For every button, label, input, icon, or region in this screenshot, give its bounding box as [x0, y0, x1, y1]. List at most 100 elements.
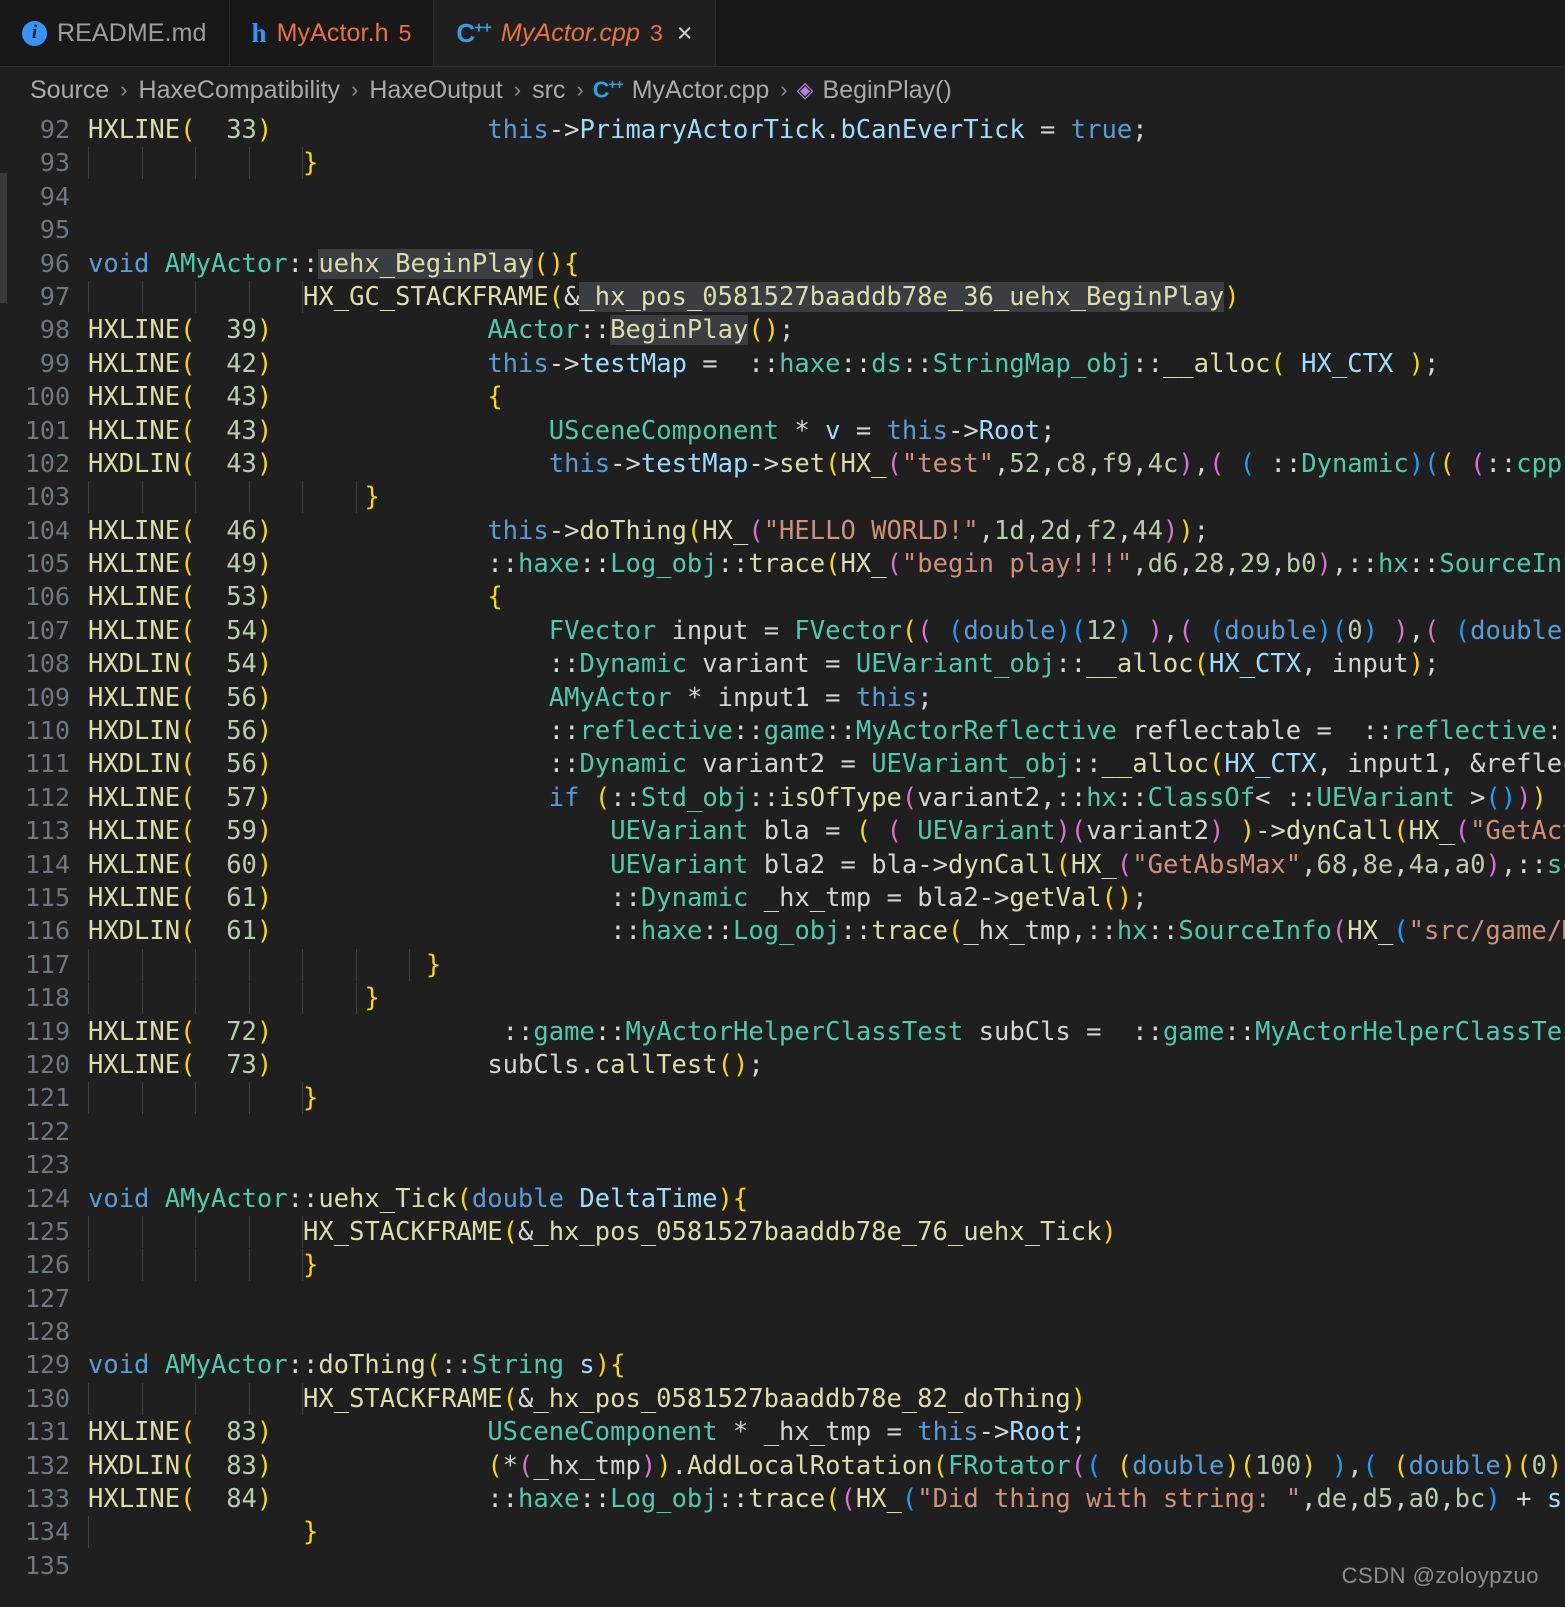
code-line[interactable]: 130 HX_STACKFRAME(&_hx_pos_0581527baaddb… — [0, 1382, 1565, 1415]
code-line[interactable]: 92 HXLINE( 33) this->PrimaryActorTick.bCa… — [0, 113, 1565, 146]
code-line-content[interactable]: } — [88, 1082, 1565, 1115]
code-line[interactable]: 132 HXDLIN( 83) (*(_hx_tmp)).AddLocalRota… — [0, 1449, 1565, 1482]
code-line-content[interactable]: HXLINE( 84) ::haxe::Log_obj::trace((HX_(… — [88, 1483, 1565, 1516]
code-line[interactable]: 97 HX_GC_STACKFRAME(&_hx_pos_0581527baad… — [0, 280, 1565, 313]
code-line[interactable]: 105 HXLINE( 49) ::haxe::Log_obj::trace(HX… — [0, 547, 1565, 580]
line-number: 131 — [24, 1417, 70, 1447]
code-line[interactable]: 119 HXLINE( 72) ::game::MyActorHelperClas… — [0, 1015, 1565, 1048]
code-line[interactable]: 128 — [0, 1315, 1565, 1348]
code-line-content[interactable]: HXLINE( 73) subCls.callTest(); — [88, 1049, 1565, 1082]
code-line[interactable]: 102 HXDLIN( 43) this->testMap->set(HX_("t… — [0, 447, 1565, 480]
code-line-content[interactable]: HXLINE( 43) USceneComponent * v = this->… — [88, 415, 1565, 448]
code-line-content[interactable]: HXDLIN( 56) ::Dynamic variant2 = UEVaria… — [88, 748, 1565, 781]
code-line-content[interactable]: HXLINE( 46) this->doThing(HX_("HELLO WOR… — [88, 515, 1565, 548]
code-editor[interactable]: 92 HXLINE( 33) this->PrimaryActorTick.bCa… — [0, 113, 1565, 1607]
code-line-content[interactable]: HXDLIN( 61) ::haxe::Log_obj::trace(_hx_t… — [88, 915, 1565, 948]
breadcrumb-item-src[interactable]: src — [530, 76, 567, 105]
code-line-content[interactable]: HXDLIN( 56) ::reflective::game::MyActorR… — [88, 715, 1565, 748]
code-line-content[interactable]: HXLINE( 42) this->testMap = ::haxe::ds::… — [88, 348, 1565, 381]
code-line[interactable]: 118 } — [0, 981, 1565, 1015]
code-line-content[interactable]: } — [88, 982, 1565, 1015]
tab-readme-md[interactable]: i README.md — [0, 0, 230, 66]
code-line-content[interactable]: } — [88, 1516, 1565, 1549]
line-number: 134 — [24, 1517, 70, 1547]
code-tokens: HXDLIN( 43) this->testMap->set(HX_("test… — [88, 448, 1565, 479]
code-line[interactable]: 109 HXLINE( 56) AMyActor * input1 = this; — [0, 681, 1565, 714]
tab-myactor-h[interactable]: h MyActor.h 5 — [229, 0, 435, 66]
code-line-list[interactable]: 92 HXLINE( 33) this->PrimaryActorTick.bCa… — [0, 113, 1565, 1582]
code-line[interactable]: 108 HXDLIN( 54) ::Dynamic variant = UEVar… — [0, 647, 1565, 680]
code-line[interactable]: 125 HX_STACKFRAME(&_hx_pos_0581527baaddb… — [0, 1215, 1565, 1248]
code-line[interactable]: 115 HXLINE( 61) ::Dynamic _hx_tmp = bla2-… — [0, 881, 1565, 914]
code-line-content[interactable]: HXDLIN( 83) (*(_hx_tmp)).AddLocalRotatio… — [88, 1450, 1565, 1483]
code-line[interactable]: 98 HXLINE( 39) AActor::BeginPlay(); — [0, 313, 1565, 346]
code-tokens: HXLINE( 42) this->testMap = ::haxe::ds::… — [88, 348, 1440, 379]
code-line-content[interactable]: HXLINE( 59) UEVariant bla = ( ( UEVarian… — [88, 815, 1565, 848]
code-line[interactable]: 101 HXLINE( 43) USceneComponent * v = thi… — [0, 414, 1565, 447]
code-line[interactable]: 117 } — [0, 948, 1565, 981]
code-line[interactable]: 120 HXLINE( 73) subCls.callTest(); — [0, 1048, 1565, 1081]
code-line-content[interactable]: HXLINE( 43) { — [88, 381, 1565, 414]
code-line[interactable]: 127 — [0, 1282, 1565, 1315]
code-line-content[interactable]: HXLINE( 57) if (::Std_obj::isOfType(vari… — [88, 782, 1565, 815]
code-line[interactable]: 113 HXLINE( 59) UEVariant bla = ( ( UEVar… — [0, 814, 1565, 847]
code-line[interactable]: 99 HXLINE( 42) this->testMap = ::haxe::ds… — [0, 347, 1565, 380]
code-tokens: HXLINE( 33) this->PrimaryActorTick.bCanE… — [88, 115, 1148, 145]
code-line-content[interactable]: HXLINE( 60) UEVariant bla2 = bla->dynCal… — [88, 849, 1565, 882]
code-line-content[interactable]: HXLINE( 56) AMyActor * input1 = this; — [88, 682, 1565, 715]
code-line-content[interactable]: HXDLIN( 54) ::Dynamic variant = UEVarian… — [88, 648, 1565, 681]
code-line[interactable]: 95 — [0, 213, 1565, 246]
code-line[interactable]: 93 } — [0, 146, 1565, 180]
breadcrumb-item-haxecompatibility[interactable]: HaxeCompatibility — [137, 76, 342, 105]
code-line-content[interactable]: HXLINE( 72) ::game::MyActorHelperClassTe… — [88, 1016, 1565, 1049]
code-line[interactable]: 122 — [0, 1115, 1565, 1148]
breadcrumb-item-beginplay[interactable]: BeginPlay() — [821, 76, 954, 105]
code-line-content[interactable]: HXDLIN( 43) this->testMap->set(HX_("test… — [88, 448, 1565, 481]
line-number: 123 — [24, 1150, 70, 1180]
code-line-content[interactable]: HX_STACKFRAME(&_hx_pos_0581527baaddb78e_… — [88, 1215, 1565, 1249]
line-number: 107 — [24, 615, 70, 645]
code-line-content[interactable]: HXLINE( 49) ::haxe::Log_obj::trace(HX_("… — [88, 548, 1565, 581]
code-line-content[interactable]: HXLINE( 54) FVector input = FVector(( (d… — [88, 615, 1565, 648]
code-line-content[interactable]: } — [88, 1249, 1565, 1282]
code-line[interactable]: 107 HXLINE( 54) FVector input = FVector((… — [0, 614, 1565, 647]
code-line-content[interactable]: void AMyActor::uehx_BeginPlay(){ — [88, 248, 1565, 281]
code-line[interactable]: 100 HXLINE( 43) { — [0, 380, 1565, 413]
code-line[interactable]: 94 — [0, 180, 1565, 213]
code-line-content[interactable]: HXLINE( 33) this->PrimaryActorTick.bCanE… — [88, 114, 1565, 147]
code-line[interactable]: 129 void AMyActor::doThing(::String s){ — [0, 1348, 1565, 1381]
code-line[interactable]: 110 HXDLIN( 56) ::reflective::game::MyAct… — [0, 714, 1565, 747]
code-line[interactable]: 103 } — [0, 480, 1565, 514]
breadcrumb-item-myactor-cpp[interactable]: MyActor.cpp — [630, 76, 772, 105]
code-line-content[interactable]: void AMyActor::doThing(::String s){ — [88, 1349, 1565, 1382]
code-line[interactable]: 123 — [0, 1148, 1565, 1181]
code-line[interactable]: 135 — [0, 1549, 1565, 1582]
code-line[interactable]: 126 } — [0, 1248, 1565, 1282]
tab-myactor-cpp[interactable]: C++ MyActor.cpp 3 × — [434, 0, 716, 66]
code-line[interactable]: 131 HXLINE( 83) USceneComponent * _hx_tmp… — [0, 1415, 1565, 1448]
code-line[interactable]: 116 HXDLIN( 61) ::haxe::Log_obj::trace(_h… — [0, 914, 1565, 947]
code-line-content[interactable]: HX_GC_STACKFRAME(&_hx_pos_0581527baaddb7… — [88, 280, 1565, 314]
code-line-content[interactable]: } — [88, 948, 1565, 982]
code-line[interactable]: 111 HXDLIN( 56) ::Dynamic variant2 = UEVa… — [0, 747, 1565, 780]
code-line-content[interactable]: HXLINE( 39) AActor::BeginPlay(); — [88, 314, 1565, 347]
close-icon[interactable]: × — [677, 19, 693, 47]
code-line[interactable]: 121 } — [0, 1081, 1565, 1115]
code-line-content[interactable]: HXLINE( 83) USceneComponent * _hx_tmp = … — [88, 1416, 1565, 1449]
breadcrumb-item-source[interactable]: Source — [28, 76, 111, 105]
code-line[interactable]: 114 HXLINE( 60) UEVariant bla2 = bla->dyn… — [0, 848, 1565, 881]
code-line-content[interactable]: void AMyActor::uehx_Tick(double DeltaTim… — [88, 1183, 1565, 1216]
breadcrumb-item-haxeoutput[interactable]: HaxeOutput — [367, 76, 504, 105]
code-line[interactable]: 124 void AMyActor::uehx_Tick(double Delta… — [0, 1182, 1565, 1215]
code-line-content[interactable]: HX_STACKFRAME(&_hx_pos_0581527baaddb78e_… — [88, 1382, 1565, 1416]
code-line[interactable]: 106 HXLINE( 53) { — [0, 580, 1565, 613]
code-line[interactable]: 104 HXLINE( 46) this->doThing(HX_("HELLO … — [0, 514, 1565, 547]
code-line[interactable]: 112 HXLINE( 57) if (::Std_obj::isOfType(v… — [0, 781, 1565, 814]
code-line[interactable]: 96 void AMyActor::uehx_BeginPlay(){ — [0, 247, 1565, 280]
code-line[interactable]: 133 HXLINE( 84) ::haxe::Log_obj::trace((H… — [0, 1482, 1565, 1515]
code-line[interactable]: 134 } — [0, 1515, 1565, 1549]
code-line-content[interactable]: HXLINE( 61) ::Dynamic _hx_tmp = bla2->ge… — [88, 882, 1565, 915]
code-line-content[interactable]: } — [88, 147, 1565, 180]
code-line-content[interactable]: } — [88, 481, 1565, 514]
code-line-content[interactable]: HXLINE( 53) { — [88, 581, 1565, 614]
